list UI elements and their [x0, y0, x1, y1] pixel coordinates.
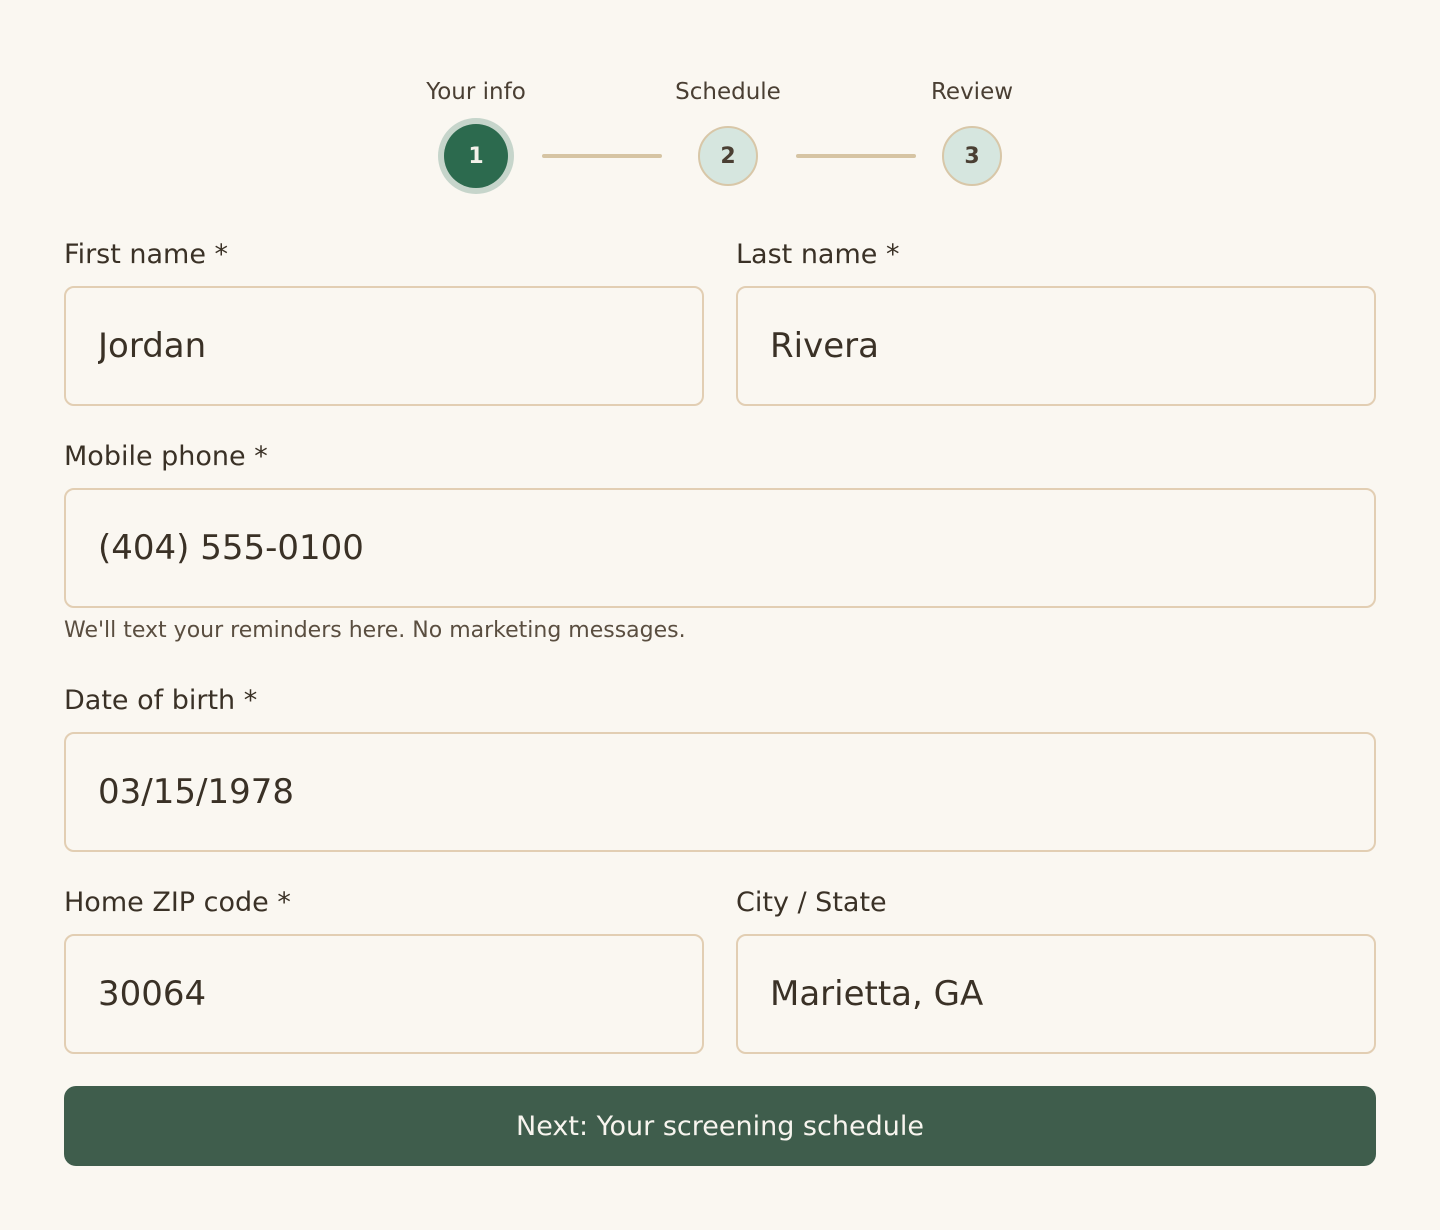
step-label: Review: [930, 79, 1014, 105]
next-button[interactable]: Next: Your screening schedule: [64, 1086, 1376, 1166]
step-label: Your info: [426, 79, 526, 105]
zip-code-input[interactable]: [64, 934, 704, 1054]
progress-stepper: Your info 1 Schedule 2 Review 3: [0, 0, 1440, 200]
mobile-phone-helper-text: We'll text your reminders here. No marke…: [64, 618, 686, 643]
first-name-label: First name *: [64, 239, 229, 270]
step-number-badge: 2: [698, 126, 758, 186]
first-name-input[interactable]: [64, 286, 704, 406]
mobile-phone-input[interactable]: [64, 488, 1376, 608]
step-number-badge: 1: [444, 124, 508, 188]
step-number-badge: 3: [942, 126, 1002, 186]
city-state-input[interactable]: [736, 934, 1376, 1054]
zip-code-label: Home ZIP code *: [64, 887, 291, 918]
date-of-birth-input[interactable]: [64, 732, 1376, 852]
step-connector: [542, 154, 662, 158]
mobile-phone-label: Mobile phone *: [64, 441, 268, 472]
last-name-label: Last name *: [736, 239, 900, 270]
signup-page: Your info 1 Schedule 2 Review 3 First na…: [0, 0, 1440, 1230]
date-of-birth-label: Date of birth *: [64, 685, 258, 716]
city-state-label: City / State: [736, 887, 887, 918]
step-connector: [796, 154, 916, 158]
step-label: Schedule: [675, 79, 781, 105]
last-name-input[interactable]: [736, 286, 1376, 406]
